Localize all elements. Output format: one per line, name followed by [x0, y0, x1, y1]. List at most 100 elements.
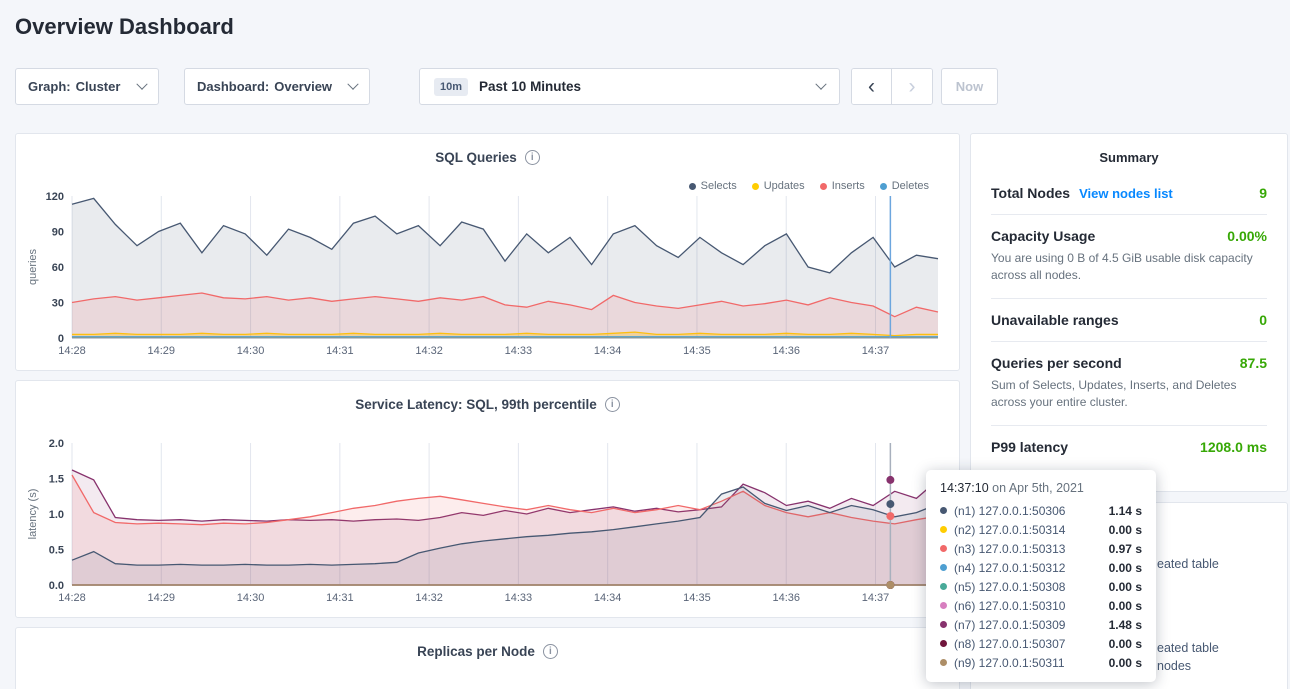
svg-text:14:31: 14:31 — [326, 592, 354, 604]
service-latency-chart[interactable]: 14:2814:2914:3014:3114:3214:3314:3414:35… — [24, 437, 952, 609]
tooltip-node-address: (n4) 127.0.0.1:50312 — [954, 561, 1065, 575]
summary-row-qps: Queries per second 87.5 Sum of Selects, … — [991, 342, 1267, 426]
svg-text:14:35: 14:35 — [683, 592, 711, 604]
chevron-down-icon — [347, 78, 358, 89]
svg-text:14:28: 14:28 — [58, 592, 86, 604]
unavailable-ranges-label: Unavailable ranges — [991, 312, 1119, 328]
chevron-down-icon — [815, 78, 826, 89]
svg-text:14:28: 14:28 — [58, 345, 86, 357]
sql-queries-title-row: SQL Queries i — [16, 150, 959, 165]
qps-label: Queries per second — [991, 355, 1122, 371]
svg-text:14:32: 14:32 — [415, 592, 443, 604]
replicas-title: Replicas per Node — [417, 644, 535, 659]
sql-queries-chart[interactable]: 14:2814:2914:3014:3114:3214:3314:3414:35… — [24, 190, 952, 362]
tooltip-time: 14:37:10 — [940, 481, 989, 495]
tooltip-node-address: (n8) 127.0.0.1:50307 — [954, 637, 1065, 651]
svg-text:14:31: 14:31 — [326, 345, 354, 357]
svg-text:latency (s): latency (s) — [27, 489, 39, 540]
dashboard-dropdown-value: Overview — [274, 79, 332, 94]
qps-value: 87.5 — [1240, 355, 1267, 371]
svg-text:14:33: 14:33 — [505, 592, 533, 604]
time-nav-group: ‹ › — [851, 68, 933, 105]
summary-row-p99: P99 latency 1208.0 ms — [991, 426, 1267, 468]
summary-title: Summary — [971, 134, 1287, 172]
svg-text:90: 90 — [52, 227, 64, 239]
replicas-title-row: Replicas per Node i — [16, 644, 959, 659]
tooltip-node-value: 0.97 s — [1109, 542, 1142, 556]
legend-dot-icon — [880, 183, 887, 190]
capacity-usage-subtext: You are using 0 B of 4.5 GiB usable disk… — [991, 250, 1267, 285]
tooltip-node-value: 0.00 s — [1109, 561, 1142, 575]
sql-queries-card: SQL Queries i SelectsUpdatesInsertsDelet… — [15, 133, 960, 371]
svg-text:14:30: 14:30 — [237, 345, 265, 357]
node-color-dot-icon — [940, 640, 947, 647]
graph-dropdown-label: Graph: — [28, 79, 71, 94]
chart-hover-tooltip: 14:37:10 on Apr 5th, 2021 (n1) 127.0.0.1… — [926, 470, 1156, 682]
tooltip-node-row: (n5) 127.0.0.1:503080.00 s — [940, 577, 1142, 596]
svg-text:30: 30 — [52, 298, 64, 310]
time-prev-button[interactable]: ‹ — [852, 69, 892, 104]
qps-subtext: Sum of Selects, Updates, Inserts, and De… — [991, 377, 1267, 412]
legend-dot-icon — [820, 183, 827, 190]
legend-dot-icon — [752, 183, 759, 190]
info-icon[interactable]: i — [543, 644, 558, 659]
tooltip-node-value: 1.48 s — [1109, 618, 1142, 632]
time-range-badge: 10m — [434, 78, 468, 96]
tooltip-node-row: (n7) 127.0.0.1:50309 1.48 s — [940, 615, 1142, 634]
tooltip-node-address: (n6) 127.0.0.1:50310 — [954, 599, 1065, 613]
svg-text:14:29: 14:29 — [148, 345, 176, 357]
tooltip-node-row: (n4) 127.0.0.1:50312 0.00 s — [940, 558, 1142, 577]
graph-dropdown[interactable]: Graph: Cluster — [15, 68, 159, 105]
tooltip-node-row: (n2) 127.0.0.1:50314 0.00 s — [940, 520, 1142, 539]
time-next-button[interactable]: › — [892, 69, 932, 104]
service-latency-title: Service Latency: SQL, 99th percentile — [355, 397, 597, 412]
info-icon[interactable]: i — [525, 150, 540, 165]
summary-row-total-nodes: Total Nodes View nodes list 9 — [991, 172, 1267, 215]
dashboard-dropdown-text: Dashboard: Overview — [197, 79, 332, 94]
tooltip-node-value: 0.00 s — [1109, 637, 1142, 651]
node-color-dot-icon — [940, 602, 947, 609]
tooltip-node-row: (n1) 127.0.0.1:50306 1.14 s — [940, 501, 1142, 520]
node-color-dot-icon — [940, 545, 947, 552]
tooltip-node-address: (n1) 127.0.0.1:50306 — [954, 504, 1065, 518]
tooltip-node-value: 0.00 s — [1109, 523, 1142, 537]
tooltip-node-row: (n8) 127.0.0.1:50307 0.00 s — [940, 634, 1142, 653]
svg-text:14:33: 14:33 — [505, 345, 533, 357]
time-range-selector[interactable]: 10m Past 10 Minutes — [419, 68, 840, 105]
tooltip-node-row: (n9) 127.0.0.1:503110.00 s — [940, 653, 1142, 672]
tooltip-node-row: (n6) 127.0.0.1:503100.00 s — [940, 596, 1142, 615]
node-color-dot-icon — [940, 564, 947, 571]
graph-dropdown-text: Graph: Cluster — [28, 79, 120, 94]
svg-text:14:36: 14:36 — [772, 592, 800, 604]
node-color-dot-icon — [940, 583, 947, 590]
summary-row-capacity: Capacity Usage 0.00% You are using 0 B o… — [991, 215, 1267, 299]
svg-text:14:30: 14:30 — [237, 592, 265, 604]
svg-text:1.0: 1.0 — [49, 509, 64, 521]
info-icon[interactable]: i — [605, 397, 620, 412]
tooltip-rows: (n1) 127.0.0.1:50306 1.14 s (n2) 127.0.0.1… — [940, 501, 1142, 672]
tooltip-node-address: (n9) 127.0.0.1:50311 — [954, 656, 1065, 670]
svg-text:0: 0 — [58, 333, 64, 345]
tooltip-node-address: (n7) 127.0.0.1:50309 — [954, 618, 1065, 632]
tooltip-node-value: 1.14 s — [1109, 504, 1142, 518]
tooltip-node-address: (n2) 127.0.0.1:50314 — [954, 523, 1065, 537]
dashboard-dropdown[interactable]: Dashboard: Overview — [184, 68, 370, 105]
svg-text:queries: queries — [27, 248, 39, 285]
node-color-dot-icon — [940, 621, 947, 628]
tooltip-node-address: (n3) 127.0.0.1:50313 — [954, 542, 1065, 556]
svg-text:0.0: 0.0 — [49, 580, 64, 592]
sql-queries-title: SQL Queries — [435, 150, 517, 165]
now-button[interactable]: Now — [941, 68, 998, 105]
page-title: Overview Dashboard — [15, 14, 234, 40]
svg-text:14:34: 14:34 — [594, 592, 622, 604]
unavailable-ranges-value: 0 — [1259, 312, 1267, 328]
service-latency-card: Service Latency: SQL, 99th percentile i … — [15, 380, 960, 618]
svg-text:14:35: 14:35 — [683, 345, 711, 357]
tooltip-node-row: (n3) 127.0.0.1:50313 0.97 s — [940, 539, 1142, 558]
tooltip-header: 14:37:10 on Apr 5th, 2021 — [940, 481, 1142, 495]
summary-panel: Summary Total Nodes View nodes list 9 Ca… — [970, 133, 1288, 492]
legend-dot-icon — [689, 183, 696, 190]
capacity-usage-value: 0.00% — [1227, 228, 1267, 244]
svg-text:14:37: 14:37 — [862, 345, 890, 357]
view-nodes-list-link[interactable]: View nodes list — [1079, 186, 1173, 201]
